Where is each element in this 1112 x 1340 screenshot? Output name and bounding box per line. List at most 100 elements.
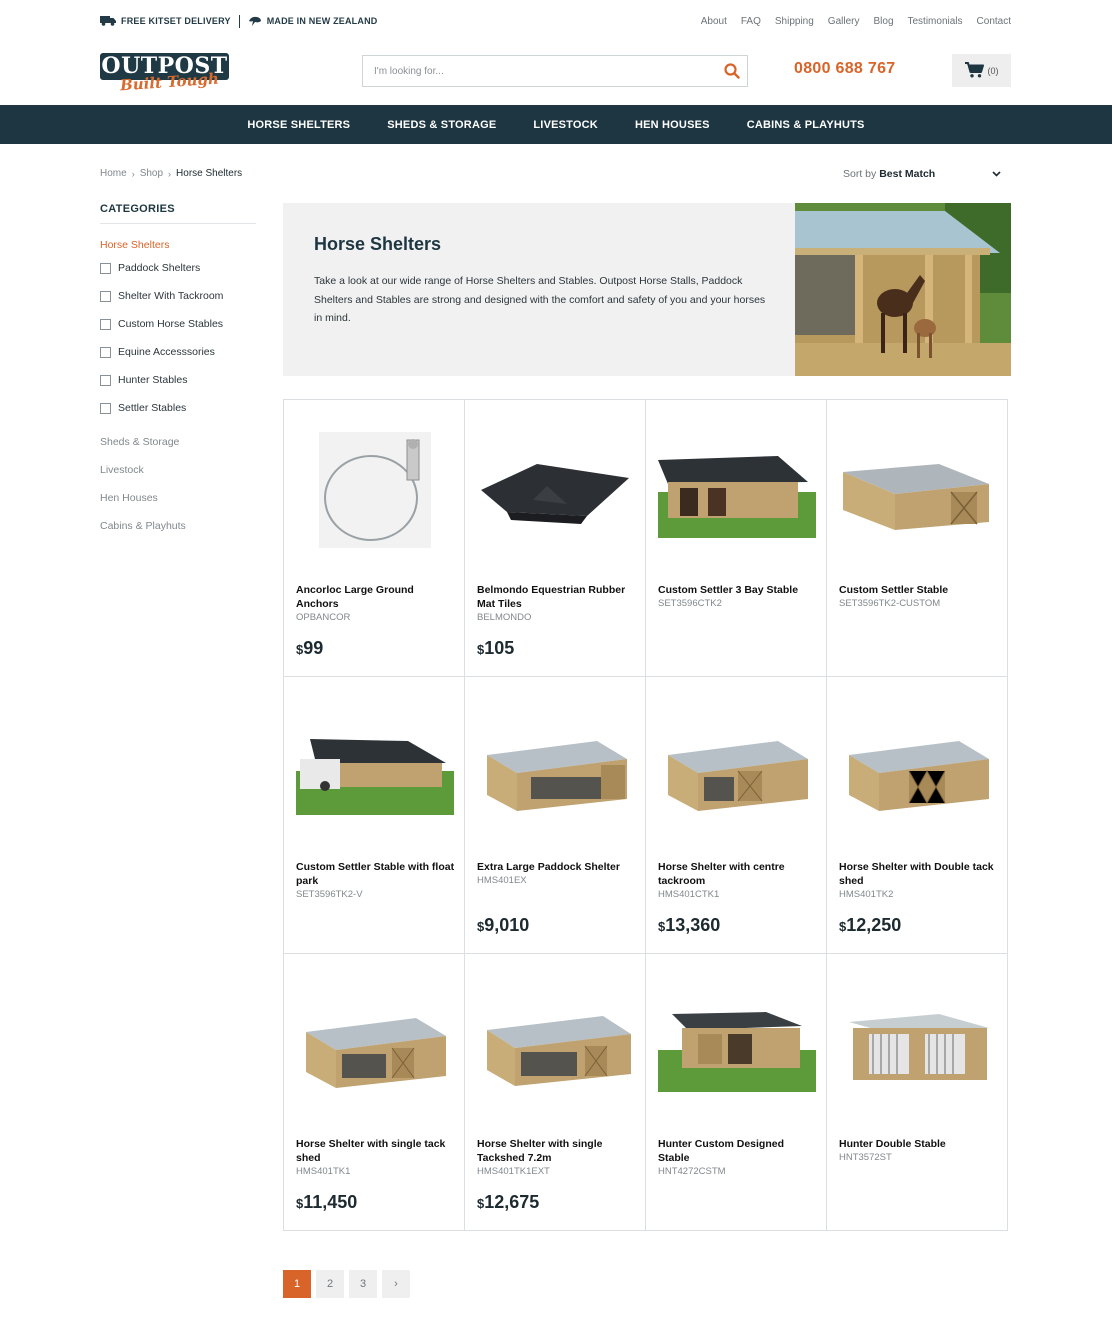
shelter-double-image[interactable]	[839, 701, 997, 833]
product-name[interactable]: Belmondo Equestrian Rubber Mat Tiles BELM…	[477, 583, 637, 625]
product-name[interactable]: Hunter Double Stable HNT3572ST	[839, 1137, 999, 1165]
link-shipping[interactable]: Shipping	[775, 16, 814, 27]
shelter-single-ext-image[interactable]	[477, 978, 635, 1110]
filter-label: Hunter Stables	[118, 374, 188, 386]
product-title: Extra Large Paddock Shelter	[477, 861, 620, 873]
link-faq[interactable]: FAQ	[741, 16, 761, 27]
product-card[interactable]: Custom Settler Stable SET3596TK2-CUSTOM	[827, 400, 1008, 677]
product-name[interactable]: Custom Settler 3 Bay Stable SET3596CTK2	[658, 583, 818, 611]
link-gallery[interactable]: Gallery	[828, 16, 860, 27]
mat-image[interactable]	[477, 424, 635, 556]
filter-label: Equine Accesssories	[118, 346, 215, 358]
product-name[interactable]: Custom Settler Stable with float park SET…	[296, 860, 456, 902]
product-name[interactable]: Extra Large Paddock Shelter HMS401EX	[477, 860, 637, 888]
nav-hen-houses[interactable]: HEN HOUSES	[635, 119, 710, 131]
filter-shelter-with-tackroom[interactable]: Shelter With Tackroom	[100, 282, 256, 310]
nav-livestock[interactable]: LIVESTOCK	[533, 119, 598, 131]
filter-label: Paddock Shelters	[118, 262, 201, 274]
nav-cabins-playhuts[interactable]: CABINS & PLAYHUTS	[747, 119, 865, 131]
category-description: Take a look at our wide range of Horse S…	[314, 275, 766, 324]
link-blog[interactable]: Blog	[873, 16, 893, 27]
product-card[interactable]: Horse Shelter with Double tack shed HMS40…	[827, 677, 1008, 954]
price-value: 99	[303, 638, 324, 658]
anchor-image[interactable]	[296, 424, 454, 556]
product-name[interactable]: Ancorloc Large Ground Anchors OPBANCOR	[296, 583, 456, 625]
cart-count: (0)	[987, 65, 999, 76]
product-card[interactable]: Belmondo Equestrian Rubber Mat Tiles BELM…	[465, 400, 646, 677]
sort-label: Sort by Best Match	[843, 168, 935, 180]
link-testimonials[interactable]: Testimonials	[908, 16, 963, 27]
crumb-current: Horse Shelters	[176, 168, 243, 179]
category-hen-houses[interactable]: Hen Houses	[100, 484, 256, 512]
phone-number[interactable]: 0800 688 767	[794, 60, 895, 78]
nav-sheds-storage[interactable]: SHEDS & STORAGE	[387, 119, 496, 131]
product-card[interactable]: Hunter Double Stable HNT3572ST	[827, 954, 1008, 1231]
search-icon[interactable]	[717, 56, 747, 86]
product-name[interactable]: Horse Shelter with centre tackroom HMS401…	[658, 860, 818, 902]
checkbox[interactable]	[100, 290, 111, 302]
product-price: $13,360	[658, 915, 720, 936]
product-name[interactable]: Horse Shelter with Double tack shed HMS40…	[839, 860, 999, 902]
stable-green-image[interactable]	[658, 424, 816, 556]
checkbox[interactable]	[100, 318, 111, 330]
delivery-text: FREE KITSET DELIVERY	[121, 16, 231, 26]
crumb-home[interactable]: Home	[100, 168, 127, 179]
chevron-right-icon: ›	[168, 168, 172, 179]
product-name[interactable]: Hunter Custom Designed Stable HNT4272CSTM	[658, 1137, 818, 1179]
product-name[interactable]: Horse Shelter with single Tackshed 7.2m H…	[477, 1137, 637, 1179]
outpost-logo[interactable]: OUTPOST Built Tough	[100, 51, 230, 97]
product-card[interactable]: Ancorloc Large Ground Anchors OPBANCOR $99	[284, 400, 465, 677]
filter-paddock-shelters[interactable]: Paddock Shelters	[100, 254, 256, 282]
main-nav: HORSE SHELTERS SHEDS & STORAGE LIVESTOCK…	[0, 105, 1112, 144]
shelter-single-image[interactable]	[296, 978, 454, 1110]
product-name[interactable]: Horse Shelter with single tack shed HMS40…	[296, 1137, 456, 1179]
category-horse-shelters[interactable]: Horse Shelters	[100, 239, 256, 251]
price-value: 13,360	[665, 915, 721, 935]
checkbox[interactable]	[100, 402, 111, 414]
product-card[interactable]: Horse Shelter with single tack shed HMS40…	[284, 954, 465, 1231]
product-name[interactable]: Custom Settler Stable SET3596TK2-CUSTOM	[839, 583, 999, 611]
page-button-3[interactable]: 3	[349, 1270, 377, 1298]
crumb-shop[interactable]: Shop	[140, 168, 163, 179]
sort-dropdown[interactable]: Sort by Best Match	[843, 168, 1011, 180]
cart-button[interactable]: (0)	[952, 54, 1011, 87]
product-card[interactable]: Custom Settler 3 Bay Stable SET3596CTK2	[646, 400, 827, 677]
hero-image	[795, 203, 1011, 376]
hunter-double-image[interactable]	[839, 978, 997, 1110]
product-card[interactable]: Horse Shelter with single Tackshed 7.2m H…	[465, 954, 646, 1231]
checkbox[interactable]	[100, 374, 111, 386]
shed-closed-image[interactable]	[839, 424, 997, 556]
product-sku: SET3596TK2-V	[296, 889, 363, 900]
search-input[interactable]	[363, 56, 717, 86]
product-title: Belmondo Equestrian Rubber Mat Tiles	[477, 584, 626, 610]
page-button-2[interactable]: 2	[316, 1270, 344, 1298]
price-value: 105	[484, 638, 515, 658]
stable-float-image[interactable]	[296, 701, 454, 833]
filter-custom-horse-stables[interactable]: Custom Horse Stables	[100, 310, 256, 338]
product-card[interactable]: Hunter Custom Designed Stable HNT4272CSTM	[646, 954, 827, 1231]
product-price: $9,010	[477, 915, 529, 936]
category-sheds-storage[interactable]: Sheds & Storage	[100, 428, 256, 456]
filter-hunter-stables[interactable]: Hunter Stables	[100, 366, 256, 394]
product-title: Custom Settler 3 Bay Stable	[658, 584, 799, 596]
link-about[interactable]: About	[701, 16, 727, 27]
product-title: Horse Shelter with Double tack shed	[839, 861, 994, 887]
link-contact[interactable]: Contact	[977, 16, 1011, 27]
product-card[interactable]: Horse Shelter with centre tackroom HMS401…	[646, 677, 827, 954]
next-page-button[interactable]: ›	[382, 1270, 410, 1298]
category-cabins-playhuts[interactable]: Cabins & Playhuts	[100, 512, 256, 540]
product-card[interactable]: Extra Large Paddock Shelter HMS401EX $9,01…	[465, 677, 646, 954]
filter-equine-accessories[interactable]: Equine Accesssories	[100, 338, 256, 366]
filter-settler-stables[interactable]: Settler Stables	[100, 394, 256, 422]
shelter-open-image[interactable]	[477, 701, 635, 833]
checkbox[interactable]	[100, 262, 111, 274]
page-button-1[interactable]: 1	[283, 1270, 311, 1298]
category-livestock[interactable]: Livestock	[100, 456, 256, 484]
usp-strip: FREE KITSET DELIVERY MADE IN NEW ZEALAND	[100, 14, 378, 28]
shelter-centre-image[interactable]	[658, 701, 816, 833]
made-in-text: MADE IN NEW ZEALAND	[266, 16, 378, 26]
product-card[interactable]: Custom Settler Stable with float park SET…	[284, 677, 465, 954]
nav-horse-shelters[interactable]: HORSE SHELTERS	[247, 119, 350, 131]
hunter-green-image[interactable]	[658, 978, 816, 1110]
checkbox[interactable]	[100, 346, 111, 358]
